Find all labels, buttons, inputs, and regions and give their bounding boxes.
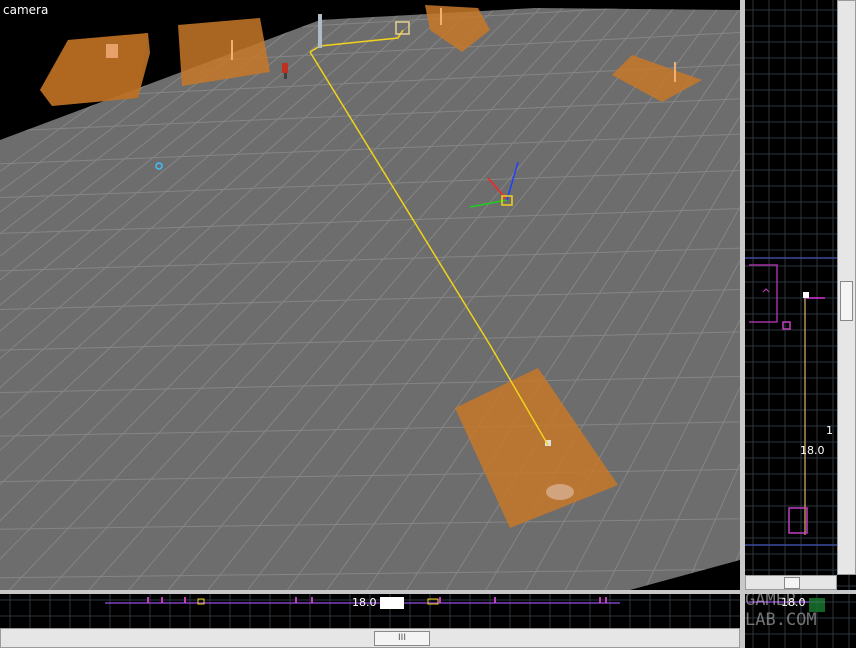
camera-scene xyxy=(0,5,740,590)
corner-viewport[interactable]: 18.0 GAMER-LAB.COM xyxy=(745,594,856,648)
side-vertical-scrollbar[interactable] xyxy=(837,0,856,575)
side-horizontal-scrollbar[interactable] xyxy=(745,575,837,590)
side-viewport[interactable]: 1 18.0 xyxy=(745,0,856,590)
side-readout-value: 18.0 xyxy=(800,444,825,457)
camera-viewport[interactable]: camera xyxy=(0,0,740,590)
bottom-horizontal-scrollbar[interactable]: III xyxy=(0,628,740,648)
entity-pole[interactable] xyxy=(318,14,322,48)
side-scroll-thumb[interactable] xyxy=(840,281,853,321)
bottom-scroll-thumb[interactable]: III xyxy=(374,631,430,646)
viewport-label: camera xyxy=(3,3,49,17)
side-hscroll-thumb[interactable] xyxy=(784,577,800,589)
side-readout-top: 1 xyxy=(826,424,833,437)
watermark-text: GAMER-LAB.COM xyxy=(745,594,817,630)
spawn-zone-1[interactable] xyxy=(40,33,150,106)
bottom-readout-value: 18.0 xyxy=(352,596,377,609)
bottom-viewport[interactable]: 18.0 III xyxy=(0,594,740,648)
